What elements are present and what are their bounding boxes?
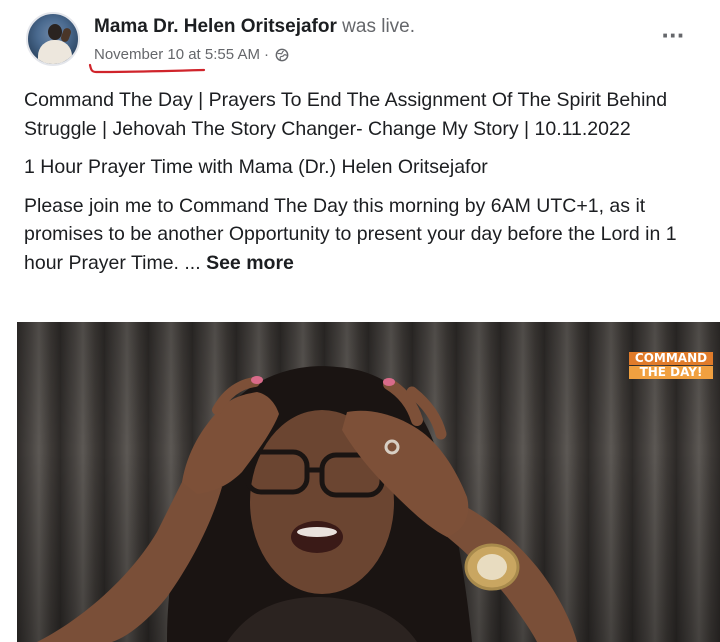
- author-avatar[interactable]: [26, 12, 80, 66]
- post-description-text: Please join me to Command The Day this m…: [24, 194, 677, 274]
- author-line: Mama Dr. Helen Oritsejafor was live.: [94, 16, 415, 38]
- live-video-player[interactable]: COMMAND THE DAY!: [17, 322, 720, 642]
- post-description-paragraph: Please join me to Command The Day this m…: [24, 192, 694, 278]
- red-annotation-underline: [88, 63, 206, 74]
- post-header: Mama Dr. Helen Oritsejafor was live. Nov…: [24, 10, 694, 74]
- post-timestamp[interactable]: November 10 at 5:55 AM ·: [94, 46, 289, 63]
- watermark-line-1: COMMAND: [629, 352, 713, 365]
- post-date[interactable]: November 10: [94, 46, 184, 63]
- video-frame-speaker: [37, 366, 577, 642]
- post-at-text: at: [188, 46, 201, 63]
- meta-separator: ·: [263, 46, 269, 63]
- post-body: Command The Day | Prayers To End The Ass…: [24, 86, 694, 287]
- live-status-text: was live.: [342, 16, 416, 37]
- more-options-icon[interactable]: ···: [658, 22, 688, 48]
- post-title-paragraph: Command The Day | Prayers To End The Ass…: [24, 89, 668, 140]
- watermark-line-2: THE DAY!: [629, 366, 713, 379]
- globe-icon[interactable]: [275, 48, 289, 62]
- author-name[interactable]: Mama Dr. Helen Oritsejafor: [94, 16, 337, 37]
- command-the-day-watermark: COMMAND THE DAY!: [629, 352, 713, 379]
- post-subtitle-paragraph: 1 Hour Prayer Time with Mama (Dr.) Helen…: [24, 156, 488, 178]
- post-time[interactable]: 5:55 AM: [205, 46, 260, 63]
- avatar-figure-body: [38, 40, 72, 64]
- see-more-link[interactable]: See more: [206, 252, 294, 274]
- facebook-post: Mama Dr. Helen Oritsejafor was live. Nov…: [0, 0, 720, 642]
